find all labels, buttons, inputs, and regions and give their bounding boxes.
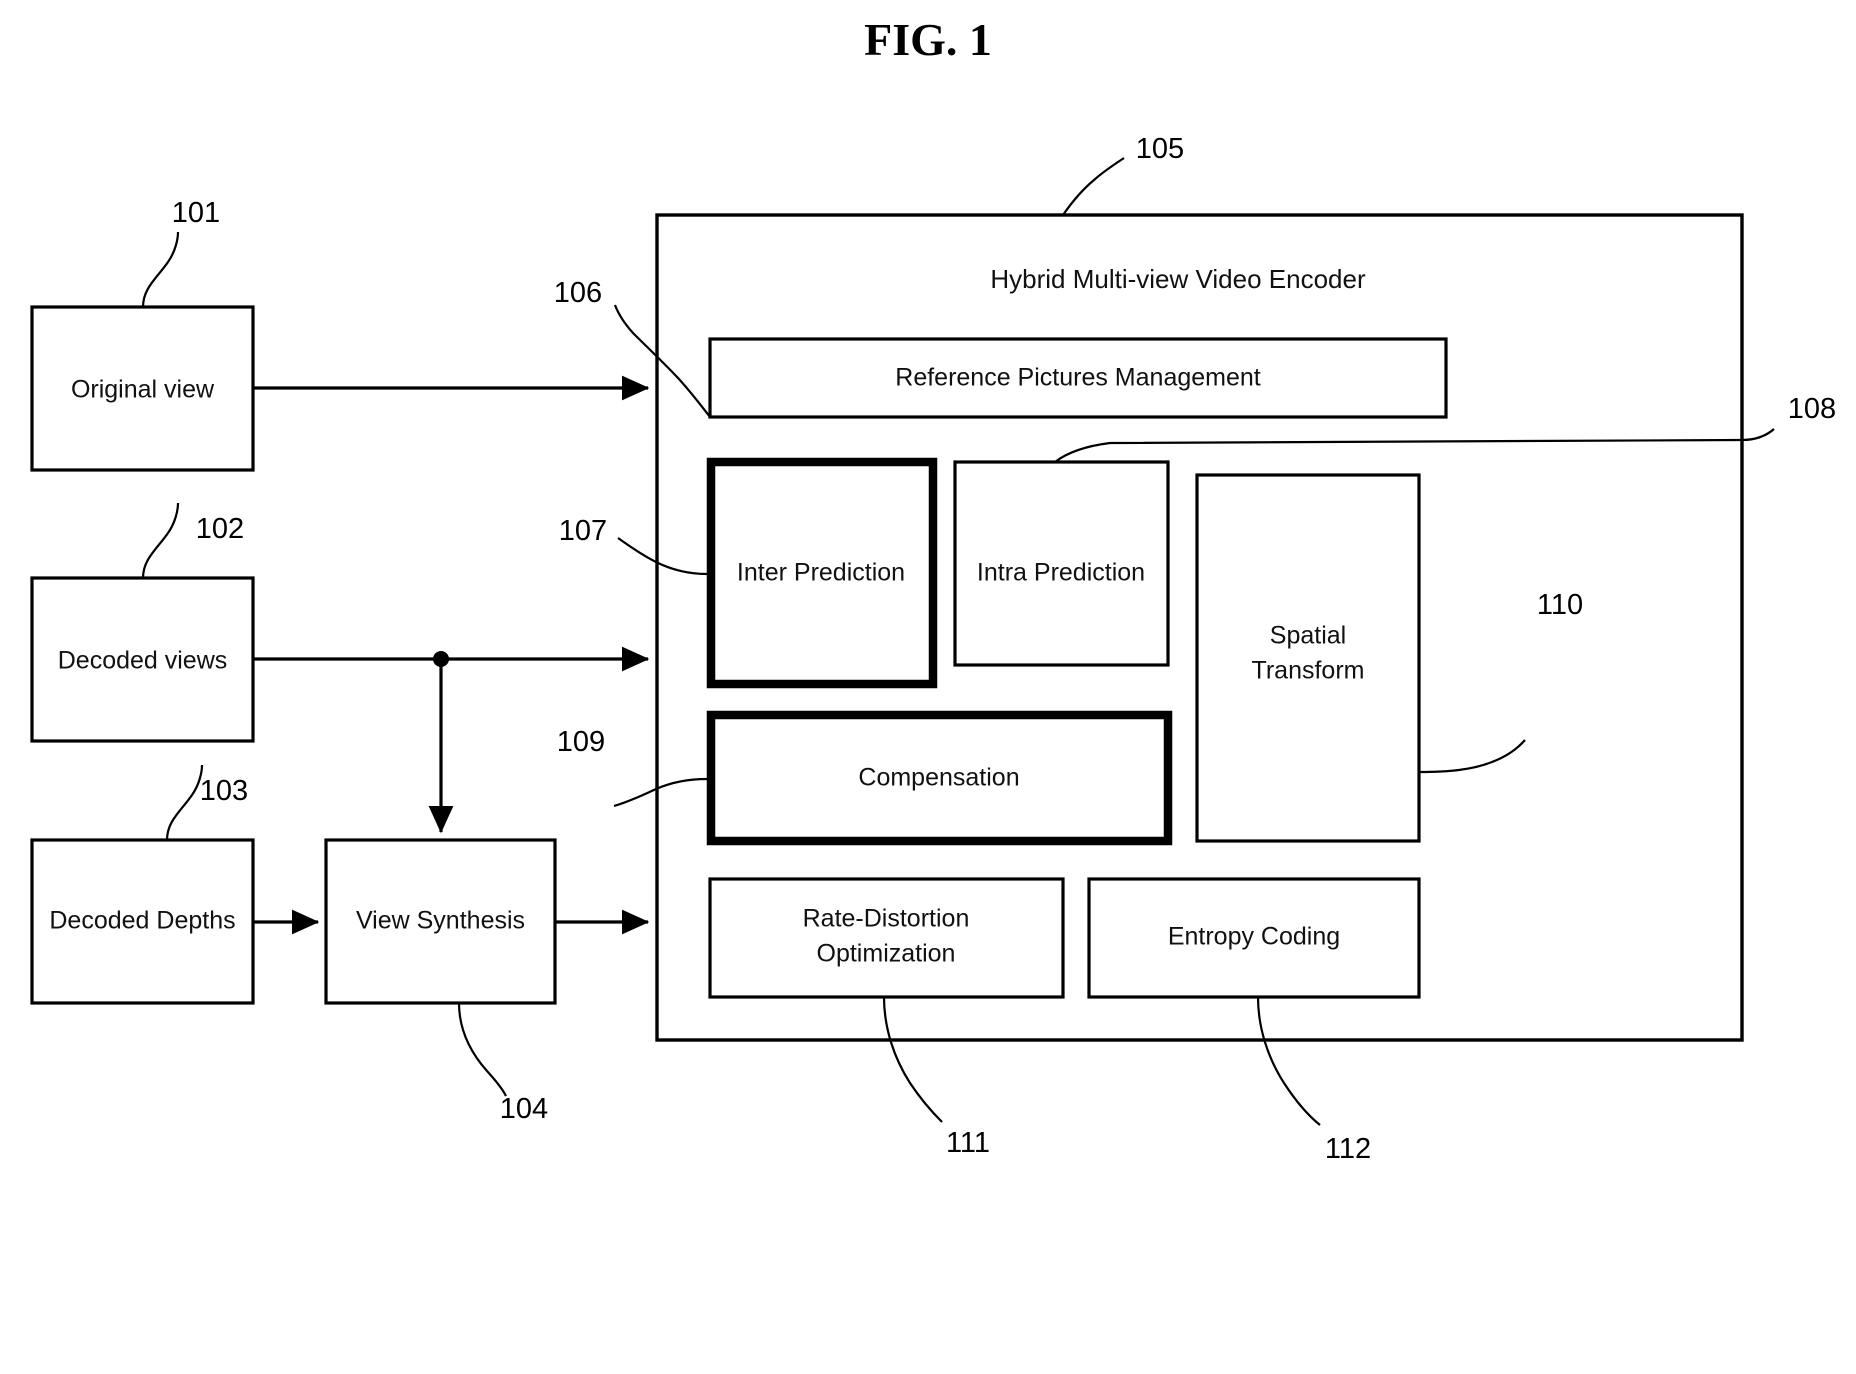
label-spatial-transform-line1: Spatial <box>1270 622 1346 650</box>
label-decoded-views: Decoded views <box>58 647 228 675</box>
ref-number-111: 111 <box>946 1127 990 1159</box>
leader-105 <box>1062 157 1125 216</box>
figure-canvas: FIG. 1 Original view 101 Decoded views 1… <box>30 14 1836 1165</box>
label-encoder-title: Hybrid Multi-view Video Encoder <box>990 264 1366 294</box>
leader-103 <box>165 764 204 841</box>
label-compensation: Compensation <box>858 764 1019 792</box>
ref-number-109: 109 <box>557 726 605 758</box>
label-rate-distortion-line2: Optimization <box>817 940 956 968</box>
label-spatial-transform-line2: Transform <box>1252 657 1365 685</box>
label-inter-prediction: Inter Prediction <box>737 559 905 587</box>
leader-101 <box>141 231 180 308</box>
label-entropy-coding: Entropy Coding <box>1168 923 1340 951</box>
label-decoded-depths: Decoded Depths <box>49 907 235 935</box>
ref-number-103: 103 <box>200 775 248 807</box>
ref-number-107: 107 <box>559 515 607 547</box>
ref-number-112: 112 <box>1325 1133 1371 1165</box>
ref-number-106: 106 <box>554 277 602 309</box>
label-view-synthesis: View Synthesis <box>356 907 525 935</box>
ref-number-104: 104 <box>500 1093 548 1125</box>
leader-104 <box>457 1002 507 1097</box>
label-rate-distortion-line1: Rate-Distortion <box>803 905 970 933</box>
figure-title: FIG. 1 <box>864 14 992 65</box>
ref-number-101: 101 <box>172 197 220 229</box>
leader-102 <box>141 502 180 579</box>
ref-number-105: 105 <box>1136 133 1184 165</box>
box-rate-distortion-optimization <box>708 877 1065 999</box>
label-original-view: Original view <box>71 376 215 404</box>
label-intra-prediction: Intra Prediction <box>977 559 1145 587</box>
ref-number-108: 108 <box>1788 393 1836 425</box>
ref-number-110: 110 <box>1537 589 1583 621</box>
ref-number-102: 102 <box>196 513 244 545</box>
patent-figure: FIG. 1 Original view 101 Decoded views 1… <box>0 0 1856 1374</box>
label-reference-pictures-management: Reference Pictures Management <box>895 364 1261 392</box>
